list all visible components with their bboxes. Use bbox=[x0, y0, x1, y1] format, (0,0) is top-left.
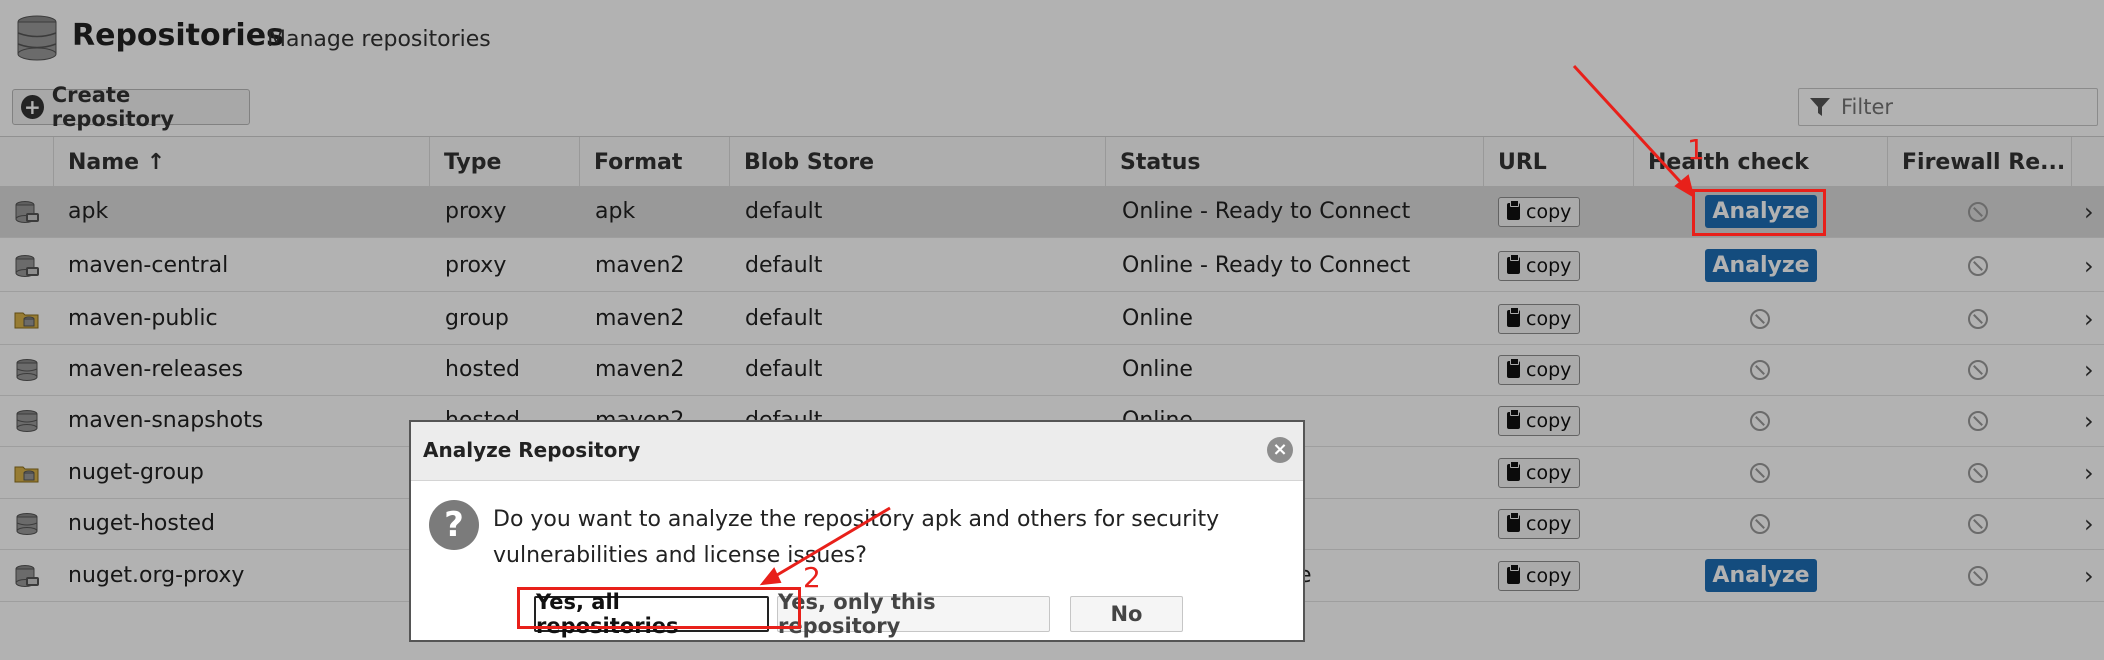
annotation-box-yes-all bbox=[517, 587, 801, 629]
repositories-page: Repositories Manage repositories + Creat… bbox=[0, 0, 2104, 660]
annotation-arrows bbox=[759, 64, 1695, 586]
annotation-step-2: 2 bbox=[803, 561, 821, 594]
annotation-step-1: 1 bbox=[1687, 133, 1705, 166]
annotation-box-analyze bbox=[1692, 189, 1826, 236]
